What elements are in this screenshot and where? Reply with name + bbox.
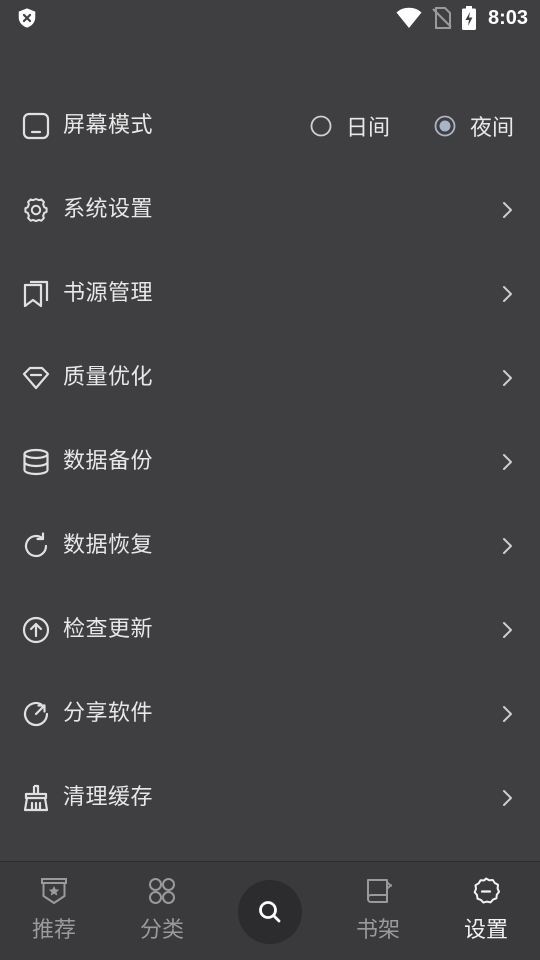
screen-icon — [22, 112, 50, 140]
menu-item-data-backup[interactable]: 数据备份 — [0, 420, 540, 504]
bookmark-icon — [23, 280, 49, 308]
menu-item-label: 清理缓存 — [63, 785, 154, 810]
gear-icon — [24, 198, 48, 223]
status-time: 8:03 — [487, 6, 528, 29]
share-rotate-icon — [23, 701, 49, 727]
status-bar: 8:03 — [0, 0, 540, 36]
screen-mode-radio-group: 日间 夜间 — [310, 84, 514, 168]
screen-mode-label: 屏幕模式 — [63, 113, 154, 138]
radio-day[interactable]: 日间 — [310, 110, 390, 142]
menu-item-label: 检查更新 — [63, 617, 154, 642]
menu-item-book-source[interactable]: 书源管理 — [0, 252, 540, 336]
menu-item-label: 分享软件 — [63, 701, 154, 726]
radio-night[interactable]: 夜间 — [434, 110, 514, 142]
database-icon — [23, 448, 49, 476]
nav-settings[interactable]: 设置 — [446, 876, 526, 956]
broom-icon — [23, 784, 49, 812]
nav-label: 推荐 — [31, 918, 76, 943]
nav-label: 分类 — [139, 918, 184, 943]
shield-x-icon — [18, 8, 36, 28]
menu-item-label: 质量优化 — [63, 365, 154, 390]
chevron-right-icon — [503, 202, 512, 218]
chevron-right-icon — [503, 790, 512, 806]
menu-item-label: 数据恢复 — [63, 533, 154, 558]
settings-icon — [473, 877, 500, 904]
category-icon — [149, 878, 175, 904]
chevron-right-icon — [503, 706, 512, 722]
radio-checked-icon — [434, 115, 456, 137]
battery-charging-icon — [461, 6, 476, 30]
chevron-right-icon — [503, 370, 512, 386]
nav-label: 设置 — [463, 918, 508, 943]
menu-item-share-app[interactable]: 分享软件 — [0, 672, 540, 756]
menu-item-label: 书源管理 — [63, 281, 154, 306]
menu-item-system-settings[interactable]: 系统设置 — [0, 168, 540, 252]
menu-item-label: 系统设置 — [63, 197, 154, 222]
nav-bookshelf[interactable]: 书架 — [338, 876, 418, 956]
radio-day-label: 日间 — [346, 116, 391, 141]
settings-menu: 屏幕模式 日间 夜间 系统设置 书源管理 质量优化 数据备份 数据恢复 检查更新… — [0, 84, 540, 840]
nav-label: 书架 — [355, 918, 400, 943]
chevron-right-icon — [503, 622, 512, 638]
search-icon — [259, 901, 281, 923]
refresh-icon — [24, 532, 48, 558]
nav-category[interactable]: 分类 — [122, 876, 202, 956]
recommend-icon — [41, 878, 67, 904]
bottom-navigation: 推荐 分类 书架 设置 — [0, 861, 540, 960]
chevron-right-icon — [503, 538, 512, 554]
menu-item-label: 数据备份 — [63, 449, 154, 474]
chevron-right-icon — [503, 286, 512, 302]
menu-item-data-restore[interactable]: 数据恢复 — [0, 504, 540, 588]
screen-mode-row: 屏幕模式 日间 夜间 — [0, 84, 540, 168]
no-sim-icon — [432, 7, 452, 29]
radio-night-label: 夜间 — [470, 116, 515, 141]
diamond-icon — [22, 366, 50, 390]
menu-item-clear-cache[interactable]: 清理缓存 — [0, 756, 540, 840]
menu-item-check-update[interactable]: 检查更新 — [0, 588, 540, 672]
chevron-right-icon — [503, 454, 512, 470]
nav-recommend[interactable]: 推荐 — [14, 876, 94, 956]
search-button[interactable] — [238, 880, 302, 944]
menu-item-quality-optimization[interactable]: 质量优化 — [0, 336, 540, 420]
wifi-icon — [396, 7, 422, 29]
bookshelf-icon — [367, 879, 392, 903]
radio-unchecked-icon — [310, 115, 332, 137]
upload-circle-icon — [22, 616, 50, 644]
